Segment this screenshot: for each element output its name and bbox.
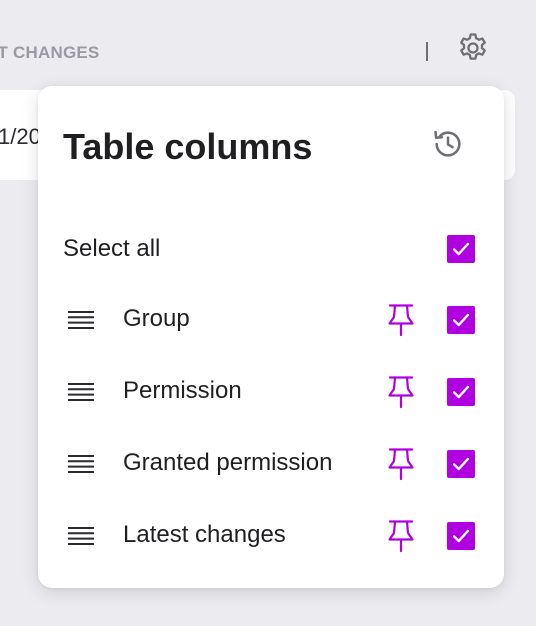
column-label: Group: [123, 305, 190, 332]
table-columns-panel: Table columns Select all Group Permissio…: [38, 86, 504, 588]
column-visibility-checkbox[interactable]: [447, 306, 475, 334]
drag-handle-icon[interactable]: [67, 451, 95, 477]
column-row-latest-changes: Latest changes: [38, 511, 504, 561]
column-label: Granted permission: [123, 449, 333, 476]
reset-columns-button[interactable]: [428, 126, 468, 166]
column-header-latest-changes: ST CHANGES: [0, 43, 100, 62]
column-visibility-checkbox[interactable]: [447, 450, 475, 478]
pin-icon[interactable]: [386, 302, 416, 338]
pin-icon[interactable]: [386, 446, 416, 482]
checkmark-icon: [452, 457, 470, 471]
column-row-granted-permission: Granted permission: [38, 439, 504, 489]
checkmark-icon: [452, 529, 470, 543]
drag-handle-icon[interactable]: [67, 379, 95, 405]
checkmark-icon: [452, 385, 470, 399]
header-divider: [426, 42, 428, 61]
column-label: Permission: [123, 377, 242, 404]
gear-icon: [456, 31, 490, 70]
panel-title: Table columns: [63, 126, 313, 167]
drag-handle-icon[interactable]: [67, 523, 95, 549]
column-visibility-checkbox[interactable]: [447, 378, 475, 406]
drag-handle-icon[interactable]: [67, 307, 95, 333]
pin-icon[interactable]: [386, 518, 416, 554]
column-row-group: Group: [38, 295, 504, 345]
column-visibility-checkbox[interactable]: [447, 522, 475, 550]
row-date-cell: 1/20: [0, 124, 41, 149]
table-settings-button[interactable]: [454, 31, 492, 69]
checkmark-icon: [452, 242, 470, 256]
column-row-permission: Permission: [38, 367, 504, 417]
select-all-label: Select all: [63, 235, 161, 262]
select-all-checkbox[interactable]: [447, 235, 475, 263]
history-icon: [431, 127, 465, 166]
column-label: Latest changes: [123, 521, 286, 548]
pin-icon[interactable]: [386, 374, 416, 410]
checkmark-icon: [452, 313, 470, 327]
